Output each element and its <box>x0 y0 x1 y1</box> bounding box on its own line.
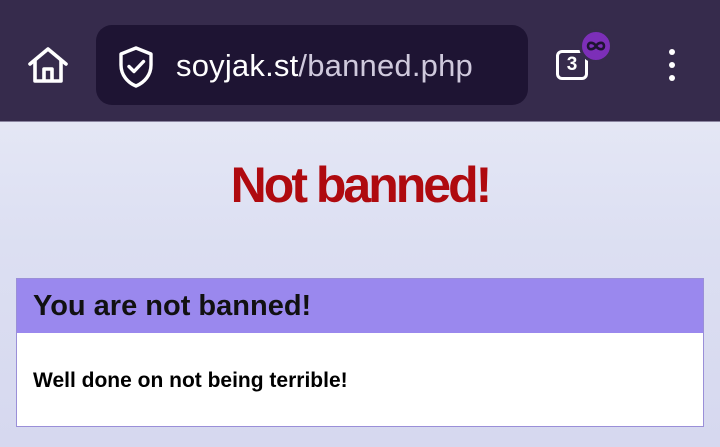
url-text[interactable]: soyjak.st/banned.php <box>176 44 473 88</box>
address-bar[interactable]: soyjak.st/banned.php <box>96 25 528 105</box>
more-vert-icon <box>669 49 675 55</box>
toolbar-divider <box>0 121 720 122</box>
url-path: /banned.php <box>298 48 473 83</box>
ban-status-heading: You are not banned! <box>33 290 312 322</box>
browser-toolbar: soyjak.st/banned.php 3 <box>0 0 720 121</box>
infinity-icon <box>586 41 606 51</box>
more-menu-button[interactable] <box>652 40 692 90</box>
tab-switcher-button[interactable]: 3 <box>548 29 618 100</box>
shield-check-icon[interactable] <box>116 45 156 89</box>
private-mode-badge <box>579 29 613 63</box>
home-button[interactable] <box>20 40 76 90</box>
more-vert-icon-dot <box>669 75 675 81</box>
ban-status-box: You are not banned! Well done on not bei… <box>16 278 704 427</box>
url-domain: soyjak.st <box>176 48 299 83</box>
home-icon <box>28 47 68 83</box>
more-vert-icon-dot <box>669 62 675 68</box>
ban-status-message: Well done on not being terrible! <box>33 369 348 392</box>
page-title: Not banned! <box>230 157 493 213</box>
ban-status-header: You are not banned! <box>17 279 703 333</box>
